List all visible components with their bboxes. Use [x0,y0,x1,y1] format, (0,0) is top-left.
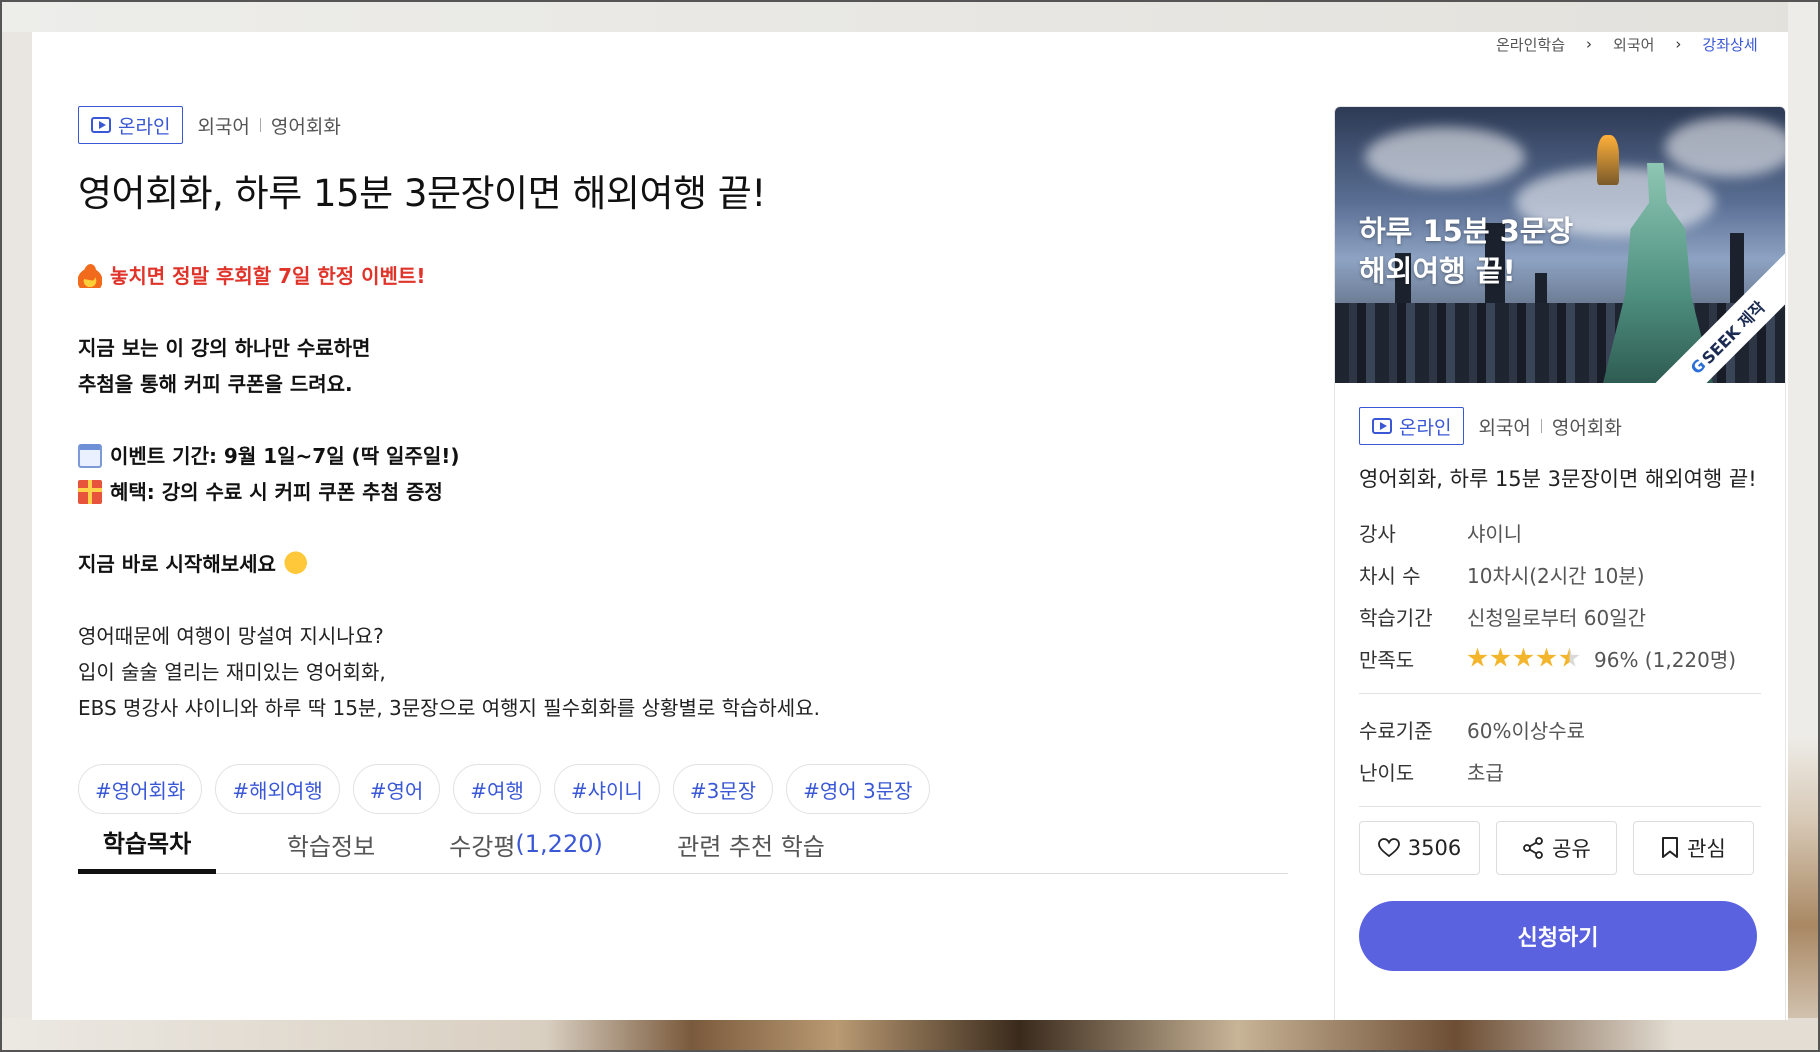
background-bottom [0,1018,1820,1052]
tag-shiny[interactable]: #샤이니 [553,764,660,814]
intro-line-2: 추첨을 통해 커피 쿠폰을 드려요. [78,372,353,396]
tab-reviews-count: (1,220) [515,830,603,858]
like-button[interactable]: 3506 [1359,821,1480,875]
course-info-list: 강사 샤이니 차시 수 10차시(2시간 10분) 학습기간 신청일로부터 60일간 … [1359,511,1761,679]
course-thumbnail: 하루 15분 3문장 해외여행 끝! G SEEK 제작 [1335,107,1785,383]
calendar-icon [78,444,102,468]
course-description: 놓치면 정말 후회할 7일 한정 이벤트! 지금 보는 이 강의 하나만 수료하… [78,258,1288,726]
tag-overseas-travel[interactable]: #해외여행 [215,764,340,814]
event-benefit: 혜택: 강의 수료 시 커피 쿠폰 추첨 증정 [110,480,443,504]
card-online-badge-label: 온라인 [1399,416,1452,439]
event-benefit-line: 혜택: 강의 수료 시 커피 쿠폰 추첨 증정 [78,474,1288,510]
bookmark-label: 관심 [1687,837,1726,861]
card-actions: 3506 공유 관심 [1359,821,1761,875]
play-icon [1372,418,1392,434]
heart-icon [1377,838,1400,858]
card-course-title: 영어회화, 하루 15분 3문장이면 해외여행 끝! [1359,467,1757,491]
breadcrumb-online-learning[interactable]: 온라인학습 [1492,34,1569,55]
course-tabs: 학습목차 학습정보 수강평 (1,220) 관련 추천 학습 [78,814,1288,874]
tag-list: #영어회화 #해외여행 #영어 #여행 #샤이니 #3문장 #영어 3문장 [78,764,1288,814]
course-main: 온라인 외국어 영어회화 영어회화, 하루 15분 3문장이면 해외여행 끝! … [78,106,1288,814]
info-row-difficulty: 난이도 초급 [1359,760,1504,785]
info-divider [1359,693,1761,694]
body-line-3: EBS 명강사 샤이니와 하루 딱 15분, 3문장으로 여행지 필수회화를 상… [78,696,820,720]
chevron-right-icon: › [1675,35,1682,53]
event-period: 이벤트 기간: 9월 1일~7일 (딱 일주일!) [110,444,460,468]
card-badge-row: 온라인 외국어 영어회화 [1359,407,1761,445]
bookmark-icon [1661,837,1679,859]
event-period-line: 이벤트 기간: 9월 1일~7일 (딱 일주일!) [78,438,1288,474]
card-online-badge: 온라인 [1359,407,1465,445]
breadcrumb-foreign-language[interactable]: 외국어 [1609,34,1658,55]
chevron-right-icon: › [1586,35,1593,53]
like-count: 3506 [1407,836,1462,860]
actions-divider [1359,806,1761,807]
event-headline: 놓치면 정말 후회할 7일 한정 이벤트! [110,264,426,288]
info-row-completion: 수료기준 60%이상수료 [1359,718,1586,743]
play-icon [91,117,111,133]
gift-icon [78,480,102,504]
intro-line-1: 지금 보는 이 강의 하나만 수료하면 [78,336,371,360]
body-line-1: 영어때문에 여행이 망설여 지시나요? [78,624,384,648]
tab-reviews-label: 수강평 [449,832,516,861]
satisfaction-value: 96% (1,220명) [1594,647,1737,672]
page-title: 영어회화, 하루 15분 3문장이면 해외여행 끝! [78,172,766,215]
apply-button[interactable]: 신청하기 [1359,901,1757,971]
cta-line: 지금 바로 시작해보세요 [78,546,1288,582]
star-half-icon [1559,647,1580,667]
breadcrumb: 온라인학습 › 외국어 › 강좌상세 [1492,32,1762,56]
tab-curriculum[interactable]: 학습목차 [78,814,216,874]
tag-english[interactable]: #영어 [352,764,441,814]
fire-icon [78,264,102,288]
star-icon [1536,647,1557,667]
rating-stars [1467,647,1580,669]
category-divider [259,118,261,132]
tag-english-conversation[interactable]: #영어회화 [78,764,203,814]
share-button[interactable]: 공유 [1496,821,1617,875]
tab-reviews[interactable]: 수강평 (1,220) [446,814,606,874]
online-badge-label: 온라인 [118,115,171,138]
torch-icon [1597,135,1619,185]
course-info-list-2: 수료기준 60%이상수료 난이도 초급 [1359,708,1761,792]
share-label: 공유 [1552,837,1591,861]
category-secondary: 영어회화 [270,115,341,138]
background-top [0,0,1820,32]
tab-learning-info[interactable]: 학습정보 [216,814,446,874]
info-row-instructor: 강사 샤이니 [1359,521,1523,546]
card-course-category: 외국어 영어회화 [1478,416,1622,439]
pointing-down-hand-icon [283,551,310,577]
category-primary: 외국어 [197,115,250,138]
thumbnail-caption: 하루 15분 3문장 해외여행 끝! [1359,214,1574,288]
info-row-satisfaction: 만족도 96% (1,220명) [1359,637,1761,679]
course-badge-row: 온라인 외국어 영어회화 [78,106,1288,144]
online-badge: 온라인 [78,106,184,144]
course-detail-page: 온라인학습 › 외국어 › 강좌상세 온라인 외국어 영어회화 영어회화, 하루… [32,32,1788,1020]
body-line-2: 입이 술술 열리는 재미있는 영어회화, [78,660,386,684]
info-row-period: 학습기간 신청일로부터 60일간 [1359,605,1647,630]
background-right [1788,0,1820,1052]
tag-3-sentences[interactable]: #3문장 [672,764,774,814]
star-icon [1490,647,1511,667]
info-row-sessions: 차시 수 10차시(2시간 10분) [1359,563,1645,588]
tag-travel[interactable]: #여행 [453,764,541,814]
event-headline-line: 놓치면 정말 후회할 7일 한정 이벤트! [78,258,1288,294]
tab-related-courses[interactable]: 관련 추천 학습 [606,814,896,874]
card-body: 온라인 외국어 영어회화 영어회화, 하루 15분 3문장이면 해외여행 끝! … [1335,407,1785,971]
star-icon [1513,647,1534,667]
tag-english-3-sentences[interactable]: #영어 3문장 [786,764,930,814]
share-icon [1522,837,1544,859]
breadcrumb-course-detail[interactable]: 강좌상세 [1698,34,1761,55]
cta-text: 지금 바로 시작해보세요 [78,552,276,576]
bookmark-button[interactable]: 관심 [1633,821,1754,875]
star-icon [1467,647,1488,667]
course-summary-card: 하루 15분 3문장 해외여행 끝! G SEEK 제작 온라인 외국어 영어회화… [1334,106,1786,1020]
course-category: 외국어 영어회화 [197,112,340,139]
